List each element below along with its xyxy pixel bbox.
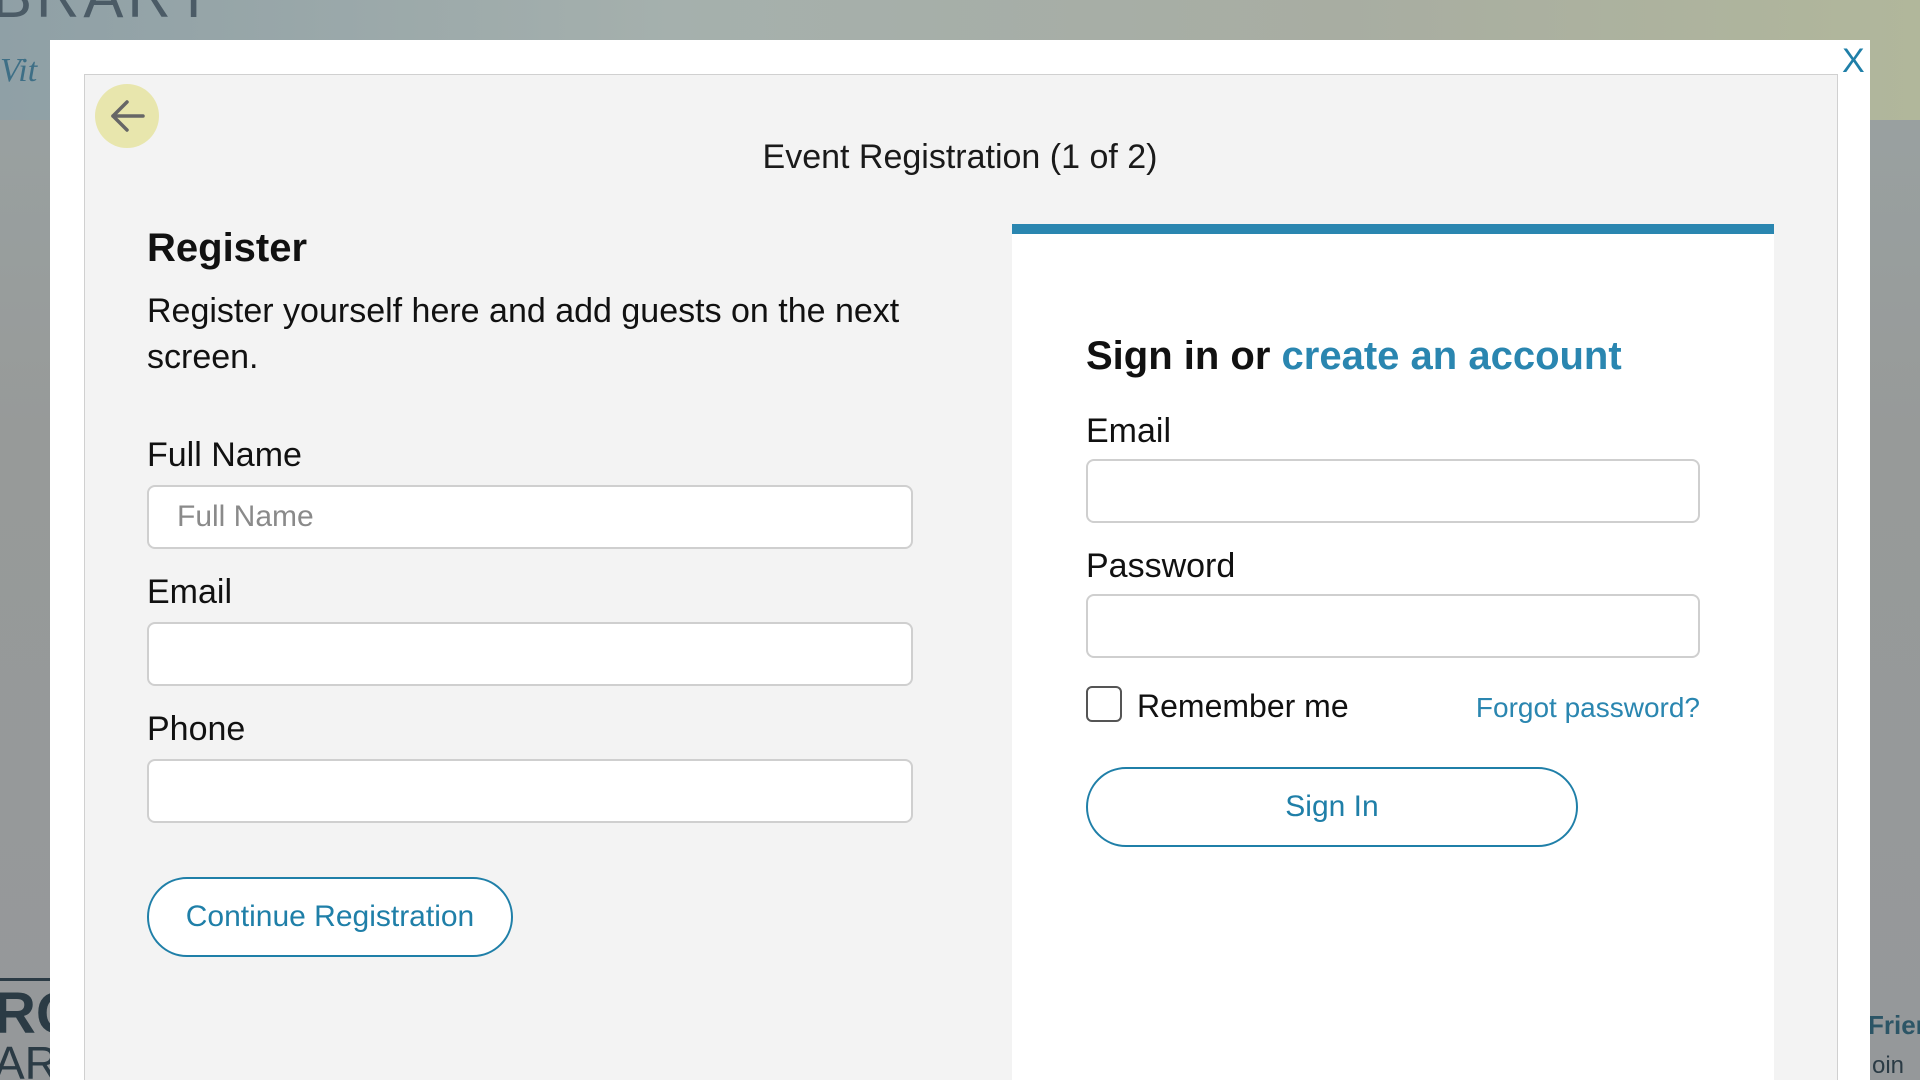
close-button[interactable]: X xyxy=(1842,42,1865,81)
full-name-label: Full Name xyxy=(147,436,302,474)
background-footer-text-4: oin xyxy=(1872,1052,1905,1079)
forgot-password-link[interactable]: Forgot password? xyxy=(1474,692,1700,724)
background-tagline: Vit xyxy=(0,52,38,89)
phone-input[interactable] xyxy=(147,759,913,823)
sign-in-button[interactable]: Sign In xyxy=(1086,767,1578,847)
remember-me-checkbox[interactable] xyxy=(1086,686,1122,722)
register-heading: Register xyxy=(147,226,308,270)
continue-registration-button[interactable]: Continue Registration xyxy=(147,877,513,957)
background-logo-text: BRARY xyxy=(0,0,218,31)
register-email-label: Email xyxy=(147,573,233,611)
sign-in-email-label: Email xyxy=(1086,412,1172,450)
password-input[interactable] xyxy=(1086,594,1700,658)
sign-in-email-input[interactable] xyxy=(1086,459,1700,523)
sign-in-heading: Sign in or create an account xyxy=(1086,334,1622,379)
phone-label: Phone xyxy=(147,710,246,748)
register-email-input[interactable] xyxy=(147,622,913,686)
modal-title: Event Registration (1 of 2) xyxy=(762,138,1158,176)
remember-me-label: Remember me xyxy=(1137,688,1349,724)
password-label: Password xyxy=(1086,547,1236,585)
full-name-input[interactable] xyxy=(147,485,913,549)
arrow-left-icon xyxy=(111,100,145,132)
sign-in-heading-text: Sign in or xyxy=(1086,334,1282,378)
register-description: Register yourself here and add guests on… xyxy=(147,292,900,376)
background-footer-text-3: Frien xyxy=(1868,1010,1920,1040)
create-account-link[interactable]: create an account xyxy=(1282,334,1622,378)
